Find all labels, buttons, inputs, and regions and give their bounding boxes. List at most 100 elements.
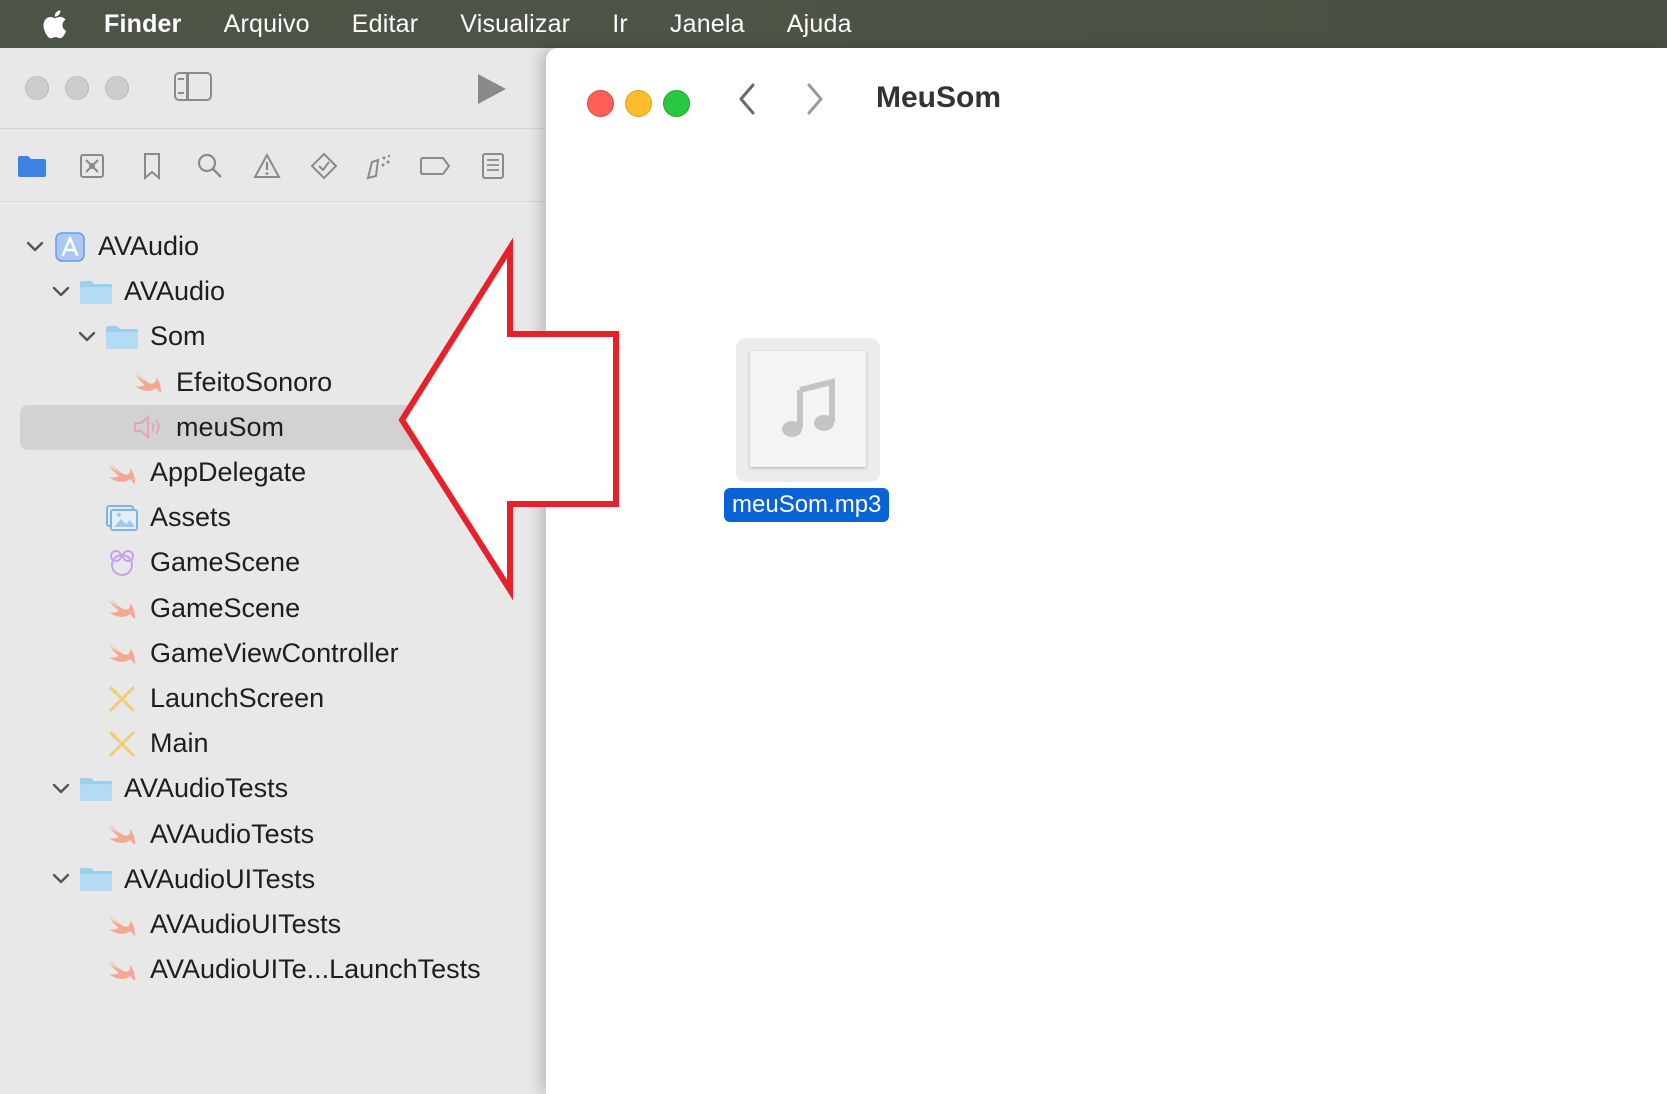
swift-icon	[104, 590, 140, 626]
tree-row-som[interactable]: Som	[0, 314, 546, 359]
close-button[interactable]	[25, 76, 49, 100]
source-control-icon[interactable]	[75, 149, 109, 183]
minimize-button[interactable]	[65, 76, 89, 100]
tree-row-label: GameScene	[150, 592, 301, 623]
tree-row-avaudiotests[interactable]: AVAudioTests	[0, 766, 546, 811]
chevron-down-icon[interactable]	[50, 269, 72, 314]
search-icon[interactable]	[193, 149, 227, 183]
menu-arquivo[interactable]: Arquivo	[224, 10, 310, 39]
report-icon[interactable]	[476, 149, 510, 183]
finder-window: MeuSom meuSom.mp3	[546, 48, 1667, 1094]
folder-icon	[78, 771, 114, 807]
tree-row-avaudiouite-launchtests[interactable]: AVAudioUITe...LaunchTests	[0, 947, 546, 992]
finder-zoom-button[interactable]	[663, 90, 690, 117]
tree-row-label: AVAudioTests	[124, 773, 289, 804]
tree-row-gameviewcontroller[interactable]: GameViewController	[0, 631, 546, 676]
apple-menu-icon[interactable]	[4, 9, 104, 39]
tree-row-label: AVAudioUITests	[124, 863, 316, 894]
storyboard-icon	[104, 726, 140, 762]
tree-row-label: Som	[150, 321, 206, 352]
test-icon[interactable]	[307, 149, 341, 183]
tree-row-assets[interactable]: Assets	[0, 495, 546, 540]
swift-icon	[130, 364, 166, 400]
menu-ajuda[interactable]: Ajuda	[787, 10, 852, 39]
tree-row-label: meuSom	[176, 411, 285, 442]
project-icon	[52, 229, 88, 265]
folder-icon	[78, 274, 114, 310]
bookmark-icon[interactable]	[135, 149, 169, 183]
music-note-icon	[750, 351, 866, 467]
tree-row-label: Main	[150, 728, 209, 759]
folder-icon[interactable]	[15, 149, 49, 183]
breakpoint-icon[interactable]	[419, 149, 453, 183]
sidebar-toggle-icon[interactable]	[174, 72, 212, 101]
folder-icon	[104, 319, 140, 355]
tree-row-avaudiouitests[interactable]: AVAudioUITests	[0, 857, 546, 902]
finder-window-title: MeuSom	[876, 81, 1002, 114]
tree-row-label: AVAudio	[98, 231, 200, 261]
tree-row-label: GameViewController	[150, 637, 399, 668]
tree-row-avaudio[interactable]: AVAudio	[0, 224, 546, 269]
tree-row-avaudiotests[interactable]: AVAudioTests	[0, 812, 546, 857]
menu-bar: Finder Arquivo Editar Visualizar Ir Jane…	[0, 0, 1667, 48]
navigator-selector-bar	[0, 128, 546, 202]
chevron-down-icon[interactable]	[50, 857, 72, 902]
warning-icon[interactable]	[250, 149, 284, 183]
swift-icon	[104, 455, 140, 491]
forward-chevron-icon[interactable]	[804, 82, 826, 125]
back-chevron-icon[interactable]	[736, 82, 758, 125]
tree-row-label: AVAudio	[124, 276, 226, 307]
swift-icon	[104, 816, 140, 852]
menu-ir[interactable]: Ir	[612, 10, 628, 39]
tree-row-label: GameScene	[150, 547, 301, 578]
menu-janela[interactable]: Janela	[670, 10, 745, 39]
file-thumbnail[interactable]	[736, 338, 880, 482]
tree-row-appdelegate[interactable]: AppDelegate	[0, 450, 546, 495]
tree-row-label: AVAudioTests	[150, 818, 315, 849]
swift-icon	[104, 952, 140, 988]
menu-visualizar[interactable]: Visualizar	[460, 10, 570, 39]
tree-row-label: AppDelegate	[150, 457, 307, 487]
menu-finder[interactable]: Finder	[104, 10, 182, 39]
tree-row-launchscreen[interactable]: LaunchScreen	[0, 676, 546, 721]
run-button[interactable]	[478, 74, 506, 104]
storyboard-icon	[104, 681, 140, 717]
chevron-down-icon[interactable]	[50, 766, 72, 811]
tree-row-main[interactable]: Main	[0, 721, 546, 766]
file-name-label[interactable]: meuSom.mp3	[724, 488, 890, 522]
audio-file-icon	[130, 409, 166, 445]
tree-row-avaudiouitests[interactable]: AVAudioUITests	[0, 902, 546, 947]
tree-row-label: Assets	[150, 502, 232, 533]
swift-icon	[104, 635, 140, 671]
tree-row-label: AVAudioUITe...LaunchTests	[150, 954, 481, 985]
chevron-down-icon[interactable]	[76, 314, 98, 359]
debug-icon[interactable]	[362, 149, 396, 183]
spritekit-scene-icon	[104, 545, 140, 581]
tree-row-label: AVAudioUITests	[150, 909, 342, 939]
chevron-down-icon[interactable]	[24, 224, 46, 269]
tree-row-label: LaunchScreen	[150, 683, 325, 713]
finder-minimize-button[interactable]	[625, 90, 652, 117]
tree-row-gamescene[interactable]: GameScene	[0, 540, 546, 585]
tree-row-meusom[interactable]: meuSom	[0, 404, 546, 450]
xcode-window: AVAudio AVAudio Som EfeitoSonoro meuSom AppDe…	[0, 48, 546, 1094]
zoom-button[interactable]	[105, 76, 129, 100]
finder-close-button[interactable]	[587, 90, 614, 117]
tree-row-efeitosonoro[interactable]: EfeitoSonoro	[0, 360, 546, 405]
menu-editar[interactable]: Editar	[352, 10, 419, 39]
tree-row-avaudio[interactable]: AVAudio	[0, 269, 546, 314]
tree-row-gamescene[interactable]: GameScene	[0, 586, 546, 631]
swift-icon	[104, 907, 140, 943]
xcode-toolbar	[0, 48, 546, 128]
